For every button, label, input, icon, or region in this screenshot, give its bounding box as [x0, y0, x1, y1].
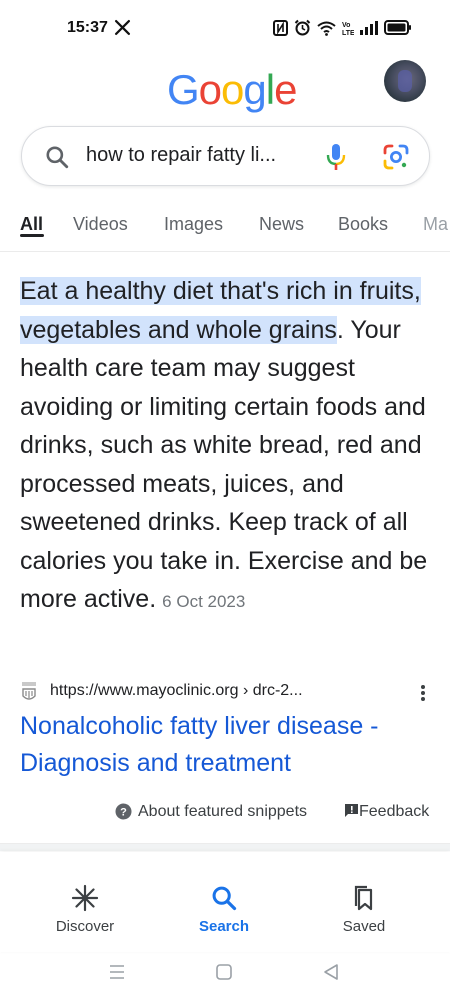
logo-letter: e	[274, 66, 297, 113]
search-input[interactable]: how to repair fatty li...	[86, 144, 276, 167]
logo-letter: G	[167, 66, 200, 113]
status-icons: Vo LTE	[273, 19, 412, 36]
tab-news[interactable]: News	[259, 214, 304, 235]
tab-all[interactable]: All	[20, 214, 43, 235]
feedback-link[interactable]: Feedback	[359, 803, 429, 821]
back-icon[interactable]	[322, 963, 340, 981]
tab-books[interactable]: Books	[338, 214, 388, 235]
tab-images[interactable]: Images	[164, 214, 223, 235]
signal-icon	[360, 20, 378, 35]
section-divider	[0, 843, 450, 851]
featured-snippet: Eat a healthy diet that's rich in fruits…	[20, 272, 432, 622]
alarm-icon	[294, 19, 311, 36]
microphone-icon[interactable]	[324, 142, 348, 172]
help-icon[interactable]: ?	[115, 803, 132, 820]
snippet-date: 6 Oct 2023	[162, 592, 246, 611]
google-logo[interactable]: Google	[167, 66, 297, 114]
nfc-icon	[273, 19, 288, 36]
battery-icon	[384, 20, 411, 35]
source-url[interactable]: https://www.mayoclinic.org › drc-2...	[50, 682, 303, 700]
nav-saved[interactable]: Saved	[309, 884, 419, 935]
snippet-body: . Your health care team may suggest avoi…	[20, 315, 428, 614]
google-lens-icon[interactable]	[382, 143, 410, 171]
nav-search[interactable]: Search	[169, 884, 279, 935]
nav-search-label: Search	[198, 918, 250, 935]
volte-icon: Vo LTE	[342, 22, 354, 36]
svg-text:?: ?	[120, 807, 127, 819]
discover-icon	[71, 884, 99, 912]
mayo-clinic-favicon	[22, 682, 36, 700]
nav-discover-label: Discover	[55, 918, 115, 935]
nav-saved-label: Saved	[342, 918, 386, 935]
x-app-icon	[114, 19, 131, 36]
logo-letter: o	[198, 66, 222, 113]
status-bar: 15:37 Vo LTE	[0, 0, 450, 56]
avatar-icon[interactable]	[384, 60, 426, 102]
logo-letter: l	[265, 66, 275, 113]
search-tabs: All Videos Images News Books Ma	[0, 200, 450, 252]
recents-icon[interactable]	[108, 963, 126, 981]
logo-letter: o	[221, 66, 244, 113]
active-tab-indicator	[20, 234, 44, 237]
about-row: ? About featured snippets Feedback	[0, 800, 450, 826]
tab-videos[interactable]: Videos	[73, 214, 128, 235]
system-navigation	[0, 955, 450, 1000]
wifi-icon	[317, 21, 336, 36]
more-options-icon[interactable]	[420, 684, 426, 702]
source-row[interactable]: https://www.mayoclinic.org › drc-2...	[20, 680, 432, 706]
status-time: 15:37	[67, 19, 108, 36]
svg-text:LTE: LTE	[342, 30, 354, 36]
nav-discover[interactable]: Discover	[30, 884, 140, 935]
svg-text:Vo: Vo	[342, 22, 350, 29]
search-nav-icon	[212, 886, 237, 911]
search-icon	[46, 146, 69, 169]
home-icon[interactable]	[215, 963, 233, 981]
feedback-icon[interactable]	[344, 803, 359, 818]
result-title-link[interactable]: Nonalcoholic fatty liver disease - Diagn…	[20, 708, 435, 782]
about-snippets-link[interactable]: About featured snippets	[138, 803, 307, 821]
tab-maps[interactable]: Ma	[423, 214, 448, 235]
search-box[interactable]: how to repair fatty li...	[21, 126, 430, 186]
saved-icon	[354, 885, 373, 911]
logo-letter: g	[243, 66, 266, 113]
bottom-navigation: Discover Search Saved	[0, 852, 450, 952]
